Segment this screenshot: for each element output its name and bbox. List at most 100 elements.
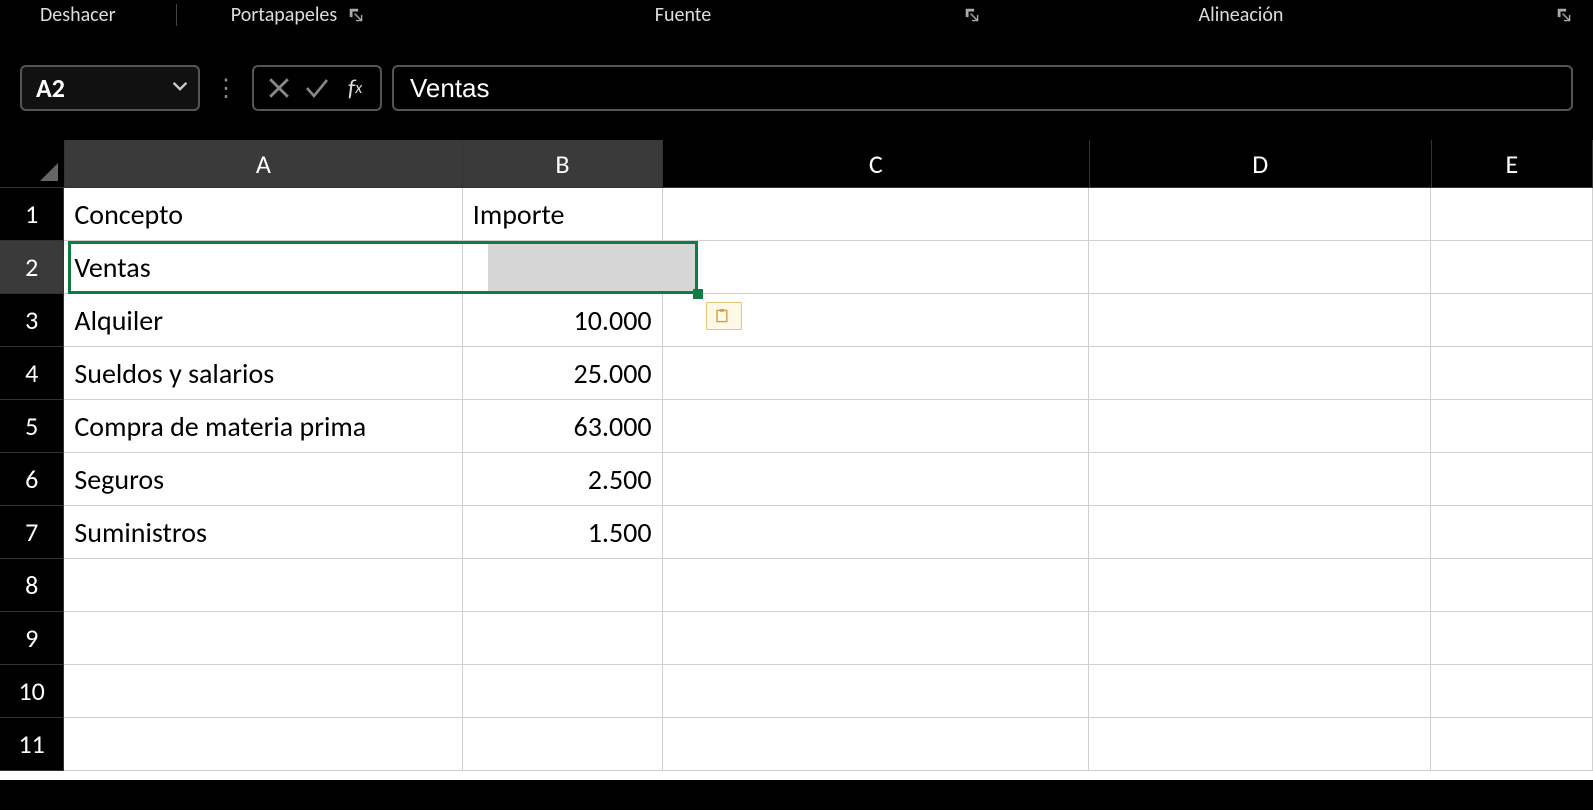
paste-options-icon[interactable] [706, 302, 742, 330]
cell-C2[interactable] [663, 241, 1090, 294]
cell-E11[interactable] [1431, 718, 1593, 771]
cell-D5[interactable] [1089, 400, 1431, 453]
column-header-C[interactable]: C [663, 140, 1090, 188]
cell-B5[interactable]: 63.000 [463, 400, 663, 453]
cell-D4[interactable] [1089, 347, 1431, 400]
cell-D3[interactable] [1089, 294, 1431, 347]
row-4: 4Sueldos y salarios25.000 [0, 347, 1593, 400]
cell-A9[interactable] [64, 612, 462, 665]
formula-input[interactable] [392, 65, 1573, 111]
cell-B9[interactable] [463, 612, 663, 665]
cell-A3[interactable]: Alquiler [64, 294, 462, 347]
row-10: 10 [0, 665, 1593, 718]
cell-E1[interactable] [1431, 188, 1593, 241]
row-header-7[interactable]: 7 [0, 506, 64, 559]
row-1: 1ConceptoImporte [0, 188, 1593, 241]
row-3: 3Alquiler10.000 [0, 294, 1593, 347]
cell-D6[interactable] [1089, 453, 1431, 506]
cell-D1[interactable] [1089, 188, 1431, 241]
cell-A5[interactable]: Compra de materia prima [64, 400, 462, 453]
cell-B1[interactable]: Importe [463, 188, 663, 241]
row-9: 9 [0, 612, 1593, 665]
ribbon-separator [176, 4, 177, 26]
cell-E3[interactable] [1431, 294, 1593, 347]
cell-A11[interactable] [64, 718, 462, 771]
cell-B2[interactable]: 140.000 [463, 241, 663, 294]
cell-D2[interactable] [1089, 241, 1431, 294]
cell-B4[interactable]: 25.000 [463, 347, 663, 400]
insert-function-button[interactable]: fx [340, 73, 370, 103]
cell-E9[interactable] [1431, 612, 1593, 665]
cell-C7[interactable] [663, 506, 1090, 559]
cell-C10[interactable] [663, 665, 1090, 718]
cell-E6[interactable] [1431, 453, 1593, 506]
column-header-E[interactable]: E [1432, 140, 1593, 188]
row-header-9[interactable]: 9 [0, 612, 64, 665]
dialog-launcher-icon[interactable] [347, 6, 365, 24]
cell-B8[interactable] [463, 559, 663, 612]
ribbon-group-alignment[interactable]: Alineación [1199, 3, 1284, 27]
cell-A8[interactable] [64, 559, 462, 612]
column-header-B[interactable]: B [463, 140, 662, 188]
cell-C4[interactable] [663, 347, 1090, 400]
enter-button[interactable] [302, 73, 332, 103]
column-header-A[interactable]: A [65, 140, 464, 188]
cell-B3[interactable]: 10.000 [463, 294, 663, 347]
row-7: 7Suministros1.500 [0, 506, 1593, 559]
cell-D9[interactable] [1089, 612, 1431, 665]
ribbon-group-clipboard[interactable]: Portapapeles [231, 3, 337, 27]
row-header-2[interactable]: 2 [0, 241, 64, 294]
cell-B11[interactable] [463, 718, 663, 771]
row-5: 5Compra de materia prima63.000 [0, 400, 1593, 453]
cell-B6[interactable]: 2.500 [463, 453, 663, 506]
cell-A1[interactable]: Concepto [64, 188, 462, 241]
name-box[interactable]: A2 [20, 65, 200, 111]
row-header-10[interactable]: 10 [0, 665, 64, 718]
cell-A2[interactable]: Ventas [64, 241, 462, 294]
row-2: 2Ventas140.000 [0, 241, 1593, 294]
row-11: 11 [0, 718, 1593, 771]
cell-C9[interactable] [663, 612, 1090, 665]
cell-C11[interactable] [663, 718, 1090, 771]
formula-bar-row: A2 ⋮ fx [0, 60, 1593, 116]
cell-D11[interactable] [1089, 718, 1431, 771]
cell-C8[interactable] [663, 559, 1090, 612]
row-header-4[interactable]: 4 [0, 347, 64, 400]
row-header-5[interactable]: 5 [0, 400, 64, 453]
cell-E10[interactable] [1431, 665, 1593, 718]
select-all-corner[interactable] [0, 140, 65, 188]
cell-D10[interactable] [1089, 665, 1431, 718]
cell-E8[interactable] [1431, 559, 1593, 612]
dialog-launcher-icon[interactable] [963, 6, 981, 24]
cell-B7[interactable]: 1.500 [463, 506, 663, 559]
cell-A6[interactable]: Seguros [64, 453, 462, 506]
cell-C6[interactable] [663, 453, 1090, 506]
cell-C1[interactable] [663, 188, 1090, 241]
cell-E4[interactable] [1431, 347, 1593, 400]
cell-A7[interactable]: Suministros [64, 506, 462, 559]
cell-E2[interactable] [1431, 241, 1593, 294]
cell-B10[interactable] [463, 665, 663, 718]
ribbon-group-font[interactable]: Fuente [655, 3, 711, 27]
chevron-down-icon[interactable] [172, 77, 188, 99]
ribbon-group-labels: Deshacer Portapapeles Fuente Alineación [0, 0, 1593, 30]
ribbon-group-undo[interactable]: Deshacer [40, 3, 116, 27]
cell-C5[interactable] [663, 400, 1090, 453]
cell-A4[interactable]: Sueldos y salarios [64, 347, 462, 400]
name-box-value: A2 [36, 72, 65, 104]
spreadsheet-grid[interactable]: ABCDE 1ConceptoImporte2Ventas140.0003Alq… [0, 140, 1593, 780]
column-headers: ABCDE [0, 140, 1593, 188]
row-header-3[interactable]: 3 [0, 294, 64, 347]
cell-A10[interactable] [64, 665, 462, 718]
row-header-11[interactable]: 11 [0, 718, 64, 771]
cell-D7[interactable] [1089, 506, 1431, 559]
row-header-6[interactable]: 6 [0, 453, 64, 506]
cancel-button[interactable] [264, 73, 294, 103]
row-header-8[interactable]: 8 [0, 559, 64, 612]
row-header-1[interactable]: 1 [0, 188, 64, 241]
cell-D8[interactable] [1089, 559, 1431, 612]
cell-E5[interactable] [1431, 400, 1593, 453]
dialog-launcher-icon[interactable] [1555, 6, 1573, 24]
cell-E7[interactable] [1431, 506, 1593, 559]
column-header-D[interactable]: D [1090, 140, 1432, 188]
